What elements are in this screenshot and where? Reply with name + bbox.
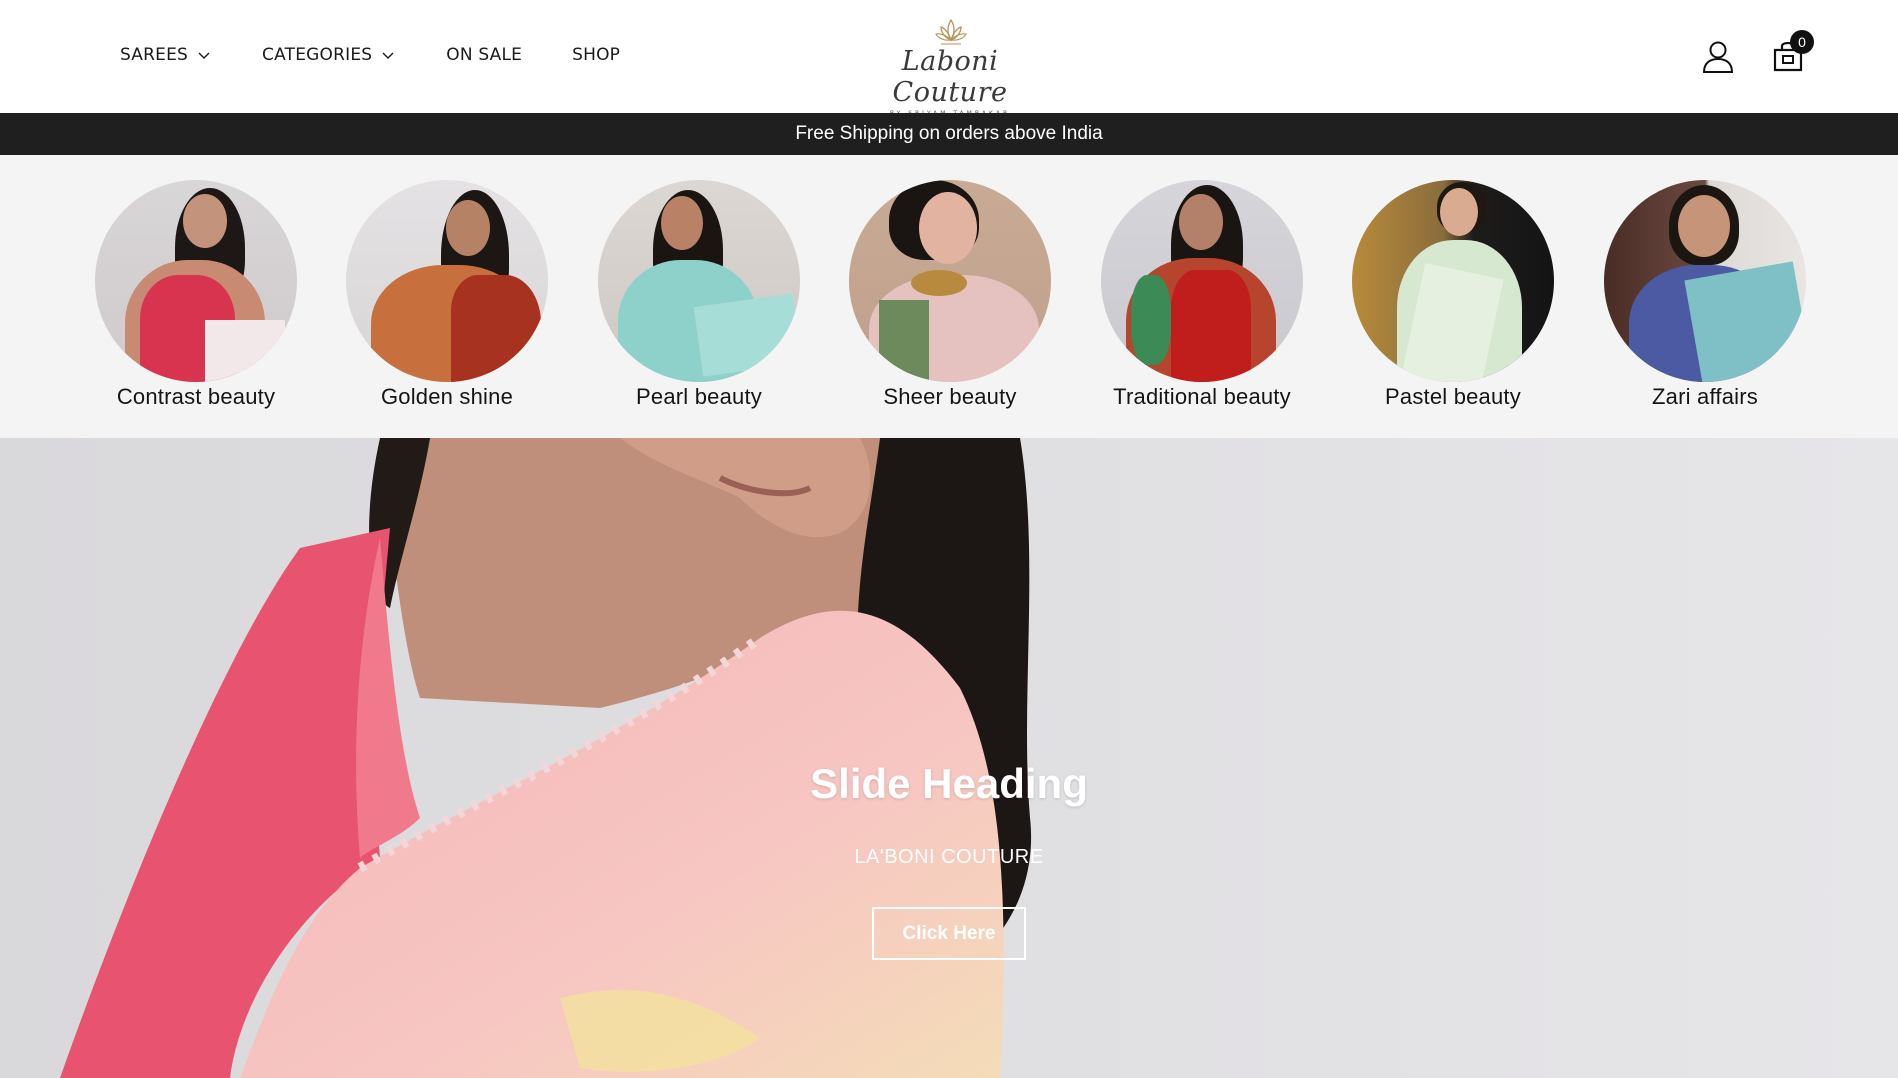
category-image [1604, 180, 1806, 382]
category-label: Pastel beauty [1385, 384, 1521, 409]
category-label: Golden shine [380, 384, 514, 409]
chevron-down-icon [198, 52, 210, 60]
category-image [346, 180, 548, 382]
category-golden-shine[interactable]: Golden shine [332, 180, 562, 410]
nav-shop-label: SHOP [572, 45, 621, 65]
category-image [1101, 180, 1303, 382]
site-logo[interactable]: Laboni Couture BY SRIYAM TAMBAKAR [855, 18, 1045, 117]
hero-content: Slide Heading LA'BONI COUTURE Click Here [0, 760, 1898, 960]
announcement-bar: Free Shipping on orders above India [0, 113, 1898, 155]
announcement-text: Free Shipping on orders above India [795, 123, 1103, 144]
cart-count-badge: 0 [1790, 30, 1814, 54]
category-label: Contrast beauty [116, 384, 276, 409]
main-nav: SAREES CATEGORIES ON SALE SHOP [120, 0, 670, 110]
category-zari-affairs[interactable]: Zari affairs [1590, 180, 1820, 410]
category-image [598, 180, 800, 382]
category-image [849, 180, 1051, 382]
category-label: Pearl beauty [636, 384, 762, 409]
hero-slider: Slide Heading LA'BONI COUTURE Click Here [0, 438, 1898, 1078]
hero-heading: Slide Heading [810, 760, 1088, 807]
hero-subheading: LA'BONI COUTURE [854, 846, 1044, 868]
chevron-down-icon [382, 52, 394, 60]
category-strip: Contrast beauty Golden shine Pearl beaut… [0, 155, 1898, 438]
nav-categories[interactable]: CATEGORIES [262, 45, 396, 65]
site-header: SAREES CATEGORIES ON SALE SHOP Laboni Co… [0, 0, 1898, 117]
hero-image [0, 438, 1898, 1078]
header-actions: 0 [1698, 30, 1814, 76]
nav-shop[interactable]: SHOP [572, 45, 620, 65]
lotus-icon [935, 18, 967, 45]
nav-sarees-label: SAREES [120, 45, 189, 65]
category-pastel-beauty[interactable]: Pastel beauty [1338, 180, 1568, 410]
category-image [1352, 180, 1554, 382]
logo-text: Laboni Couture [892, 46, 1008, 108]
category-contrast-beauty[interactable]: Contrast beauty [81, 180, 311, 410]
nav-on-sale-label: ON SALE [446, 45, 523, 65]
user-icon [1702, 41, 1734, 73]
nav-on-sale[interactable]: ON SALE [446, 45, 522, 65]
category-image [95, 180, 297, 382]
category-pearl-beauty[interactable]: Pearl beauty [584, 180, 814, 410]
category-traditional-beauty[interactable]: Traditional beauty [1087, 180, 1317, 410]
category-label: Traditional beauty [1113, 384, 1291, 409]
hero-cta-button[interactable]: Click Here [872, 907, 1026, 960]
category-label: Sheer beauty [883, 384, 1017, 409]
category-label: Zari affairs [1652, 384, 1758, 409]
account-button[interactable] [1698, 36, 1738, 76]
cart-button[interactable]: 0 [1768, 30, 1814, 76]
nav-sarees[interactable]: SAREES [120, 45, 212, 65]
nav-categories-label: CATEGORIES [262, 45, 373, 65]
category-sheer-beauty[interactable]: Sheer beauty [835, 180, 1065, 410]
